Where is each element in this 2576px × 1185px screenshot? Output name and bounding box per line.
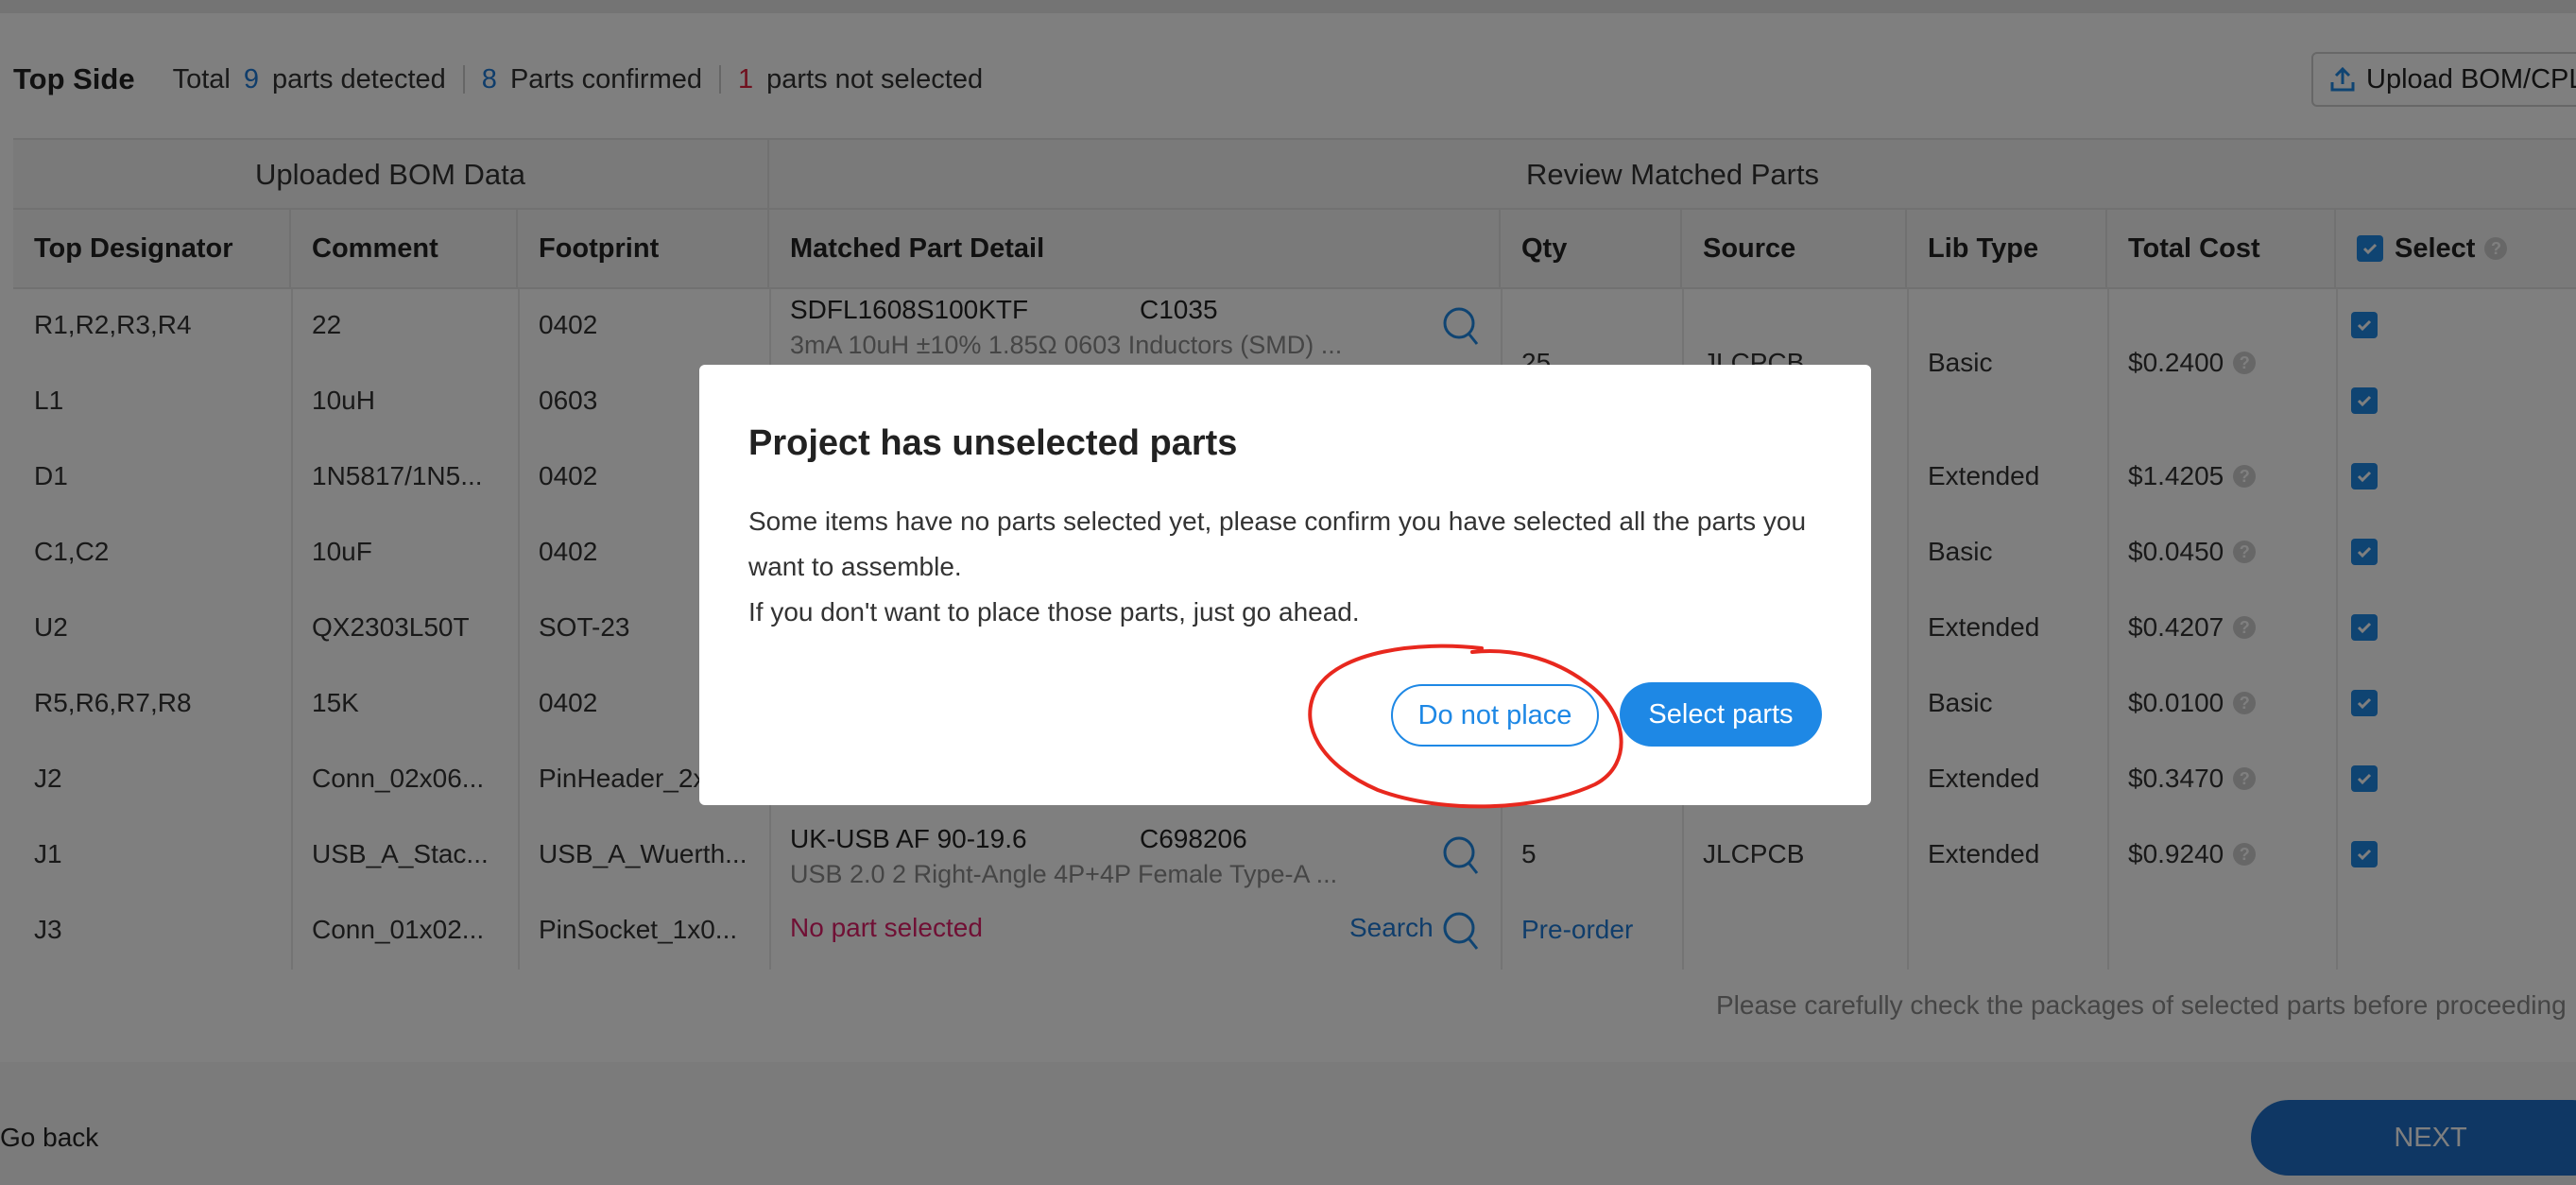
unselected-parts-dialog: Project has unselected parts Some items … — [699, 365, 1871, 805]
select-parts-button[interactable]: Select parts — [1620, 682, 1822, 747]
dialog-body: Some items have no parts selected yet, p… — [748, 499, 1826, 635]
red-circle-annotation — [1308, 644, 1623, 809]
dialog-title: Project has unselected parts — [748, 423, 1238, 463]
dialog-message-secondary: If you don't want to place those parts, … — [748, 597, 1360, 627]
dialog-message: Some items have no parts selected yet, p… — [748, 507, 1807, 581]
